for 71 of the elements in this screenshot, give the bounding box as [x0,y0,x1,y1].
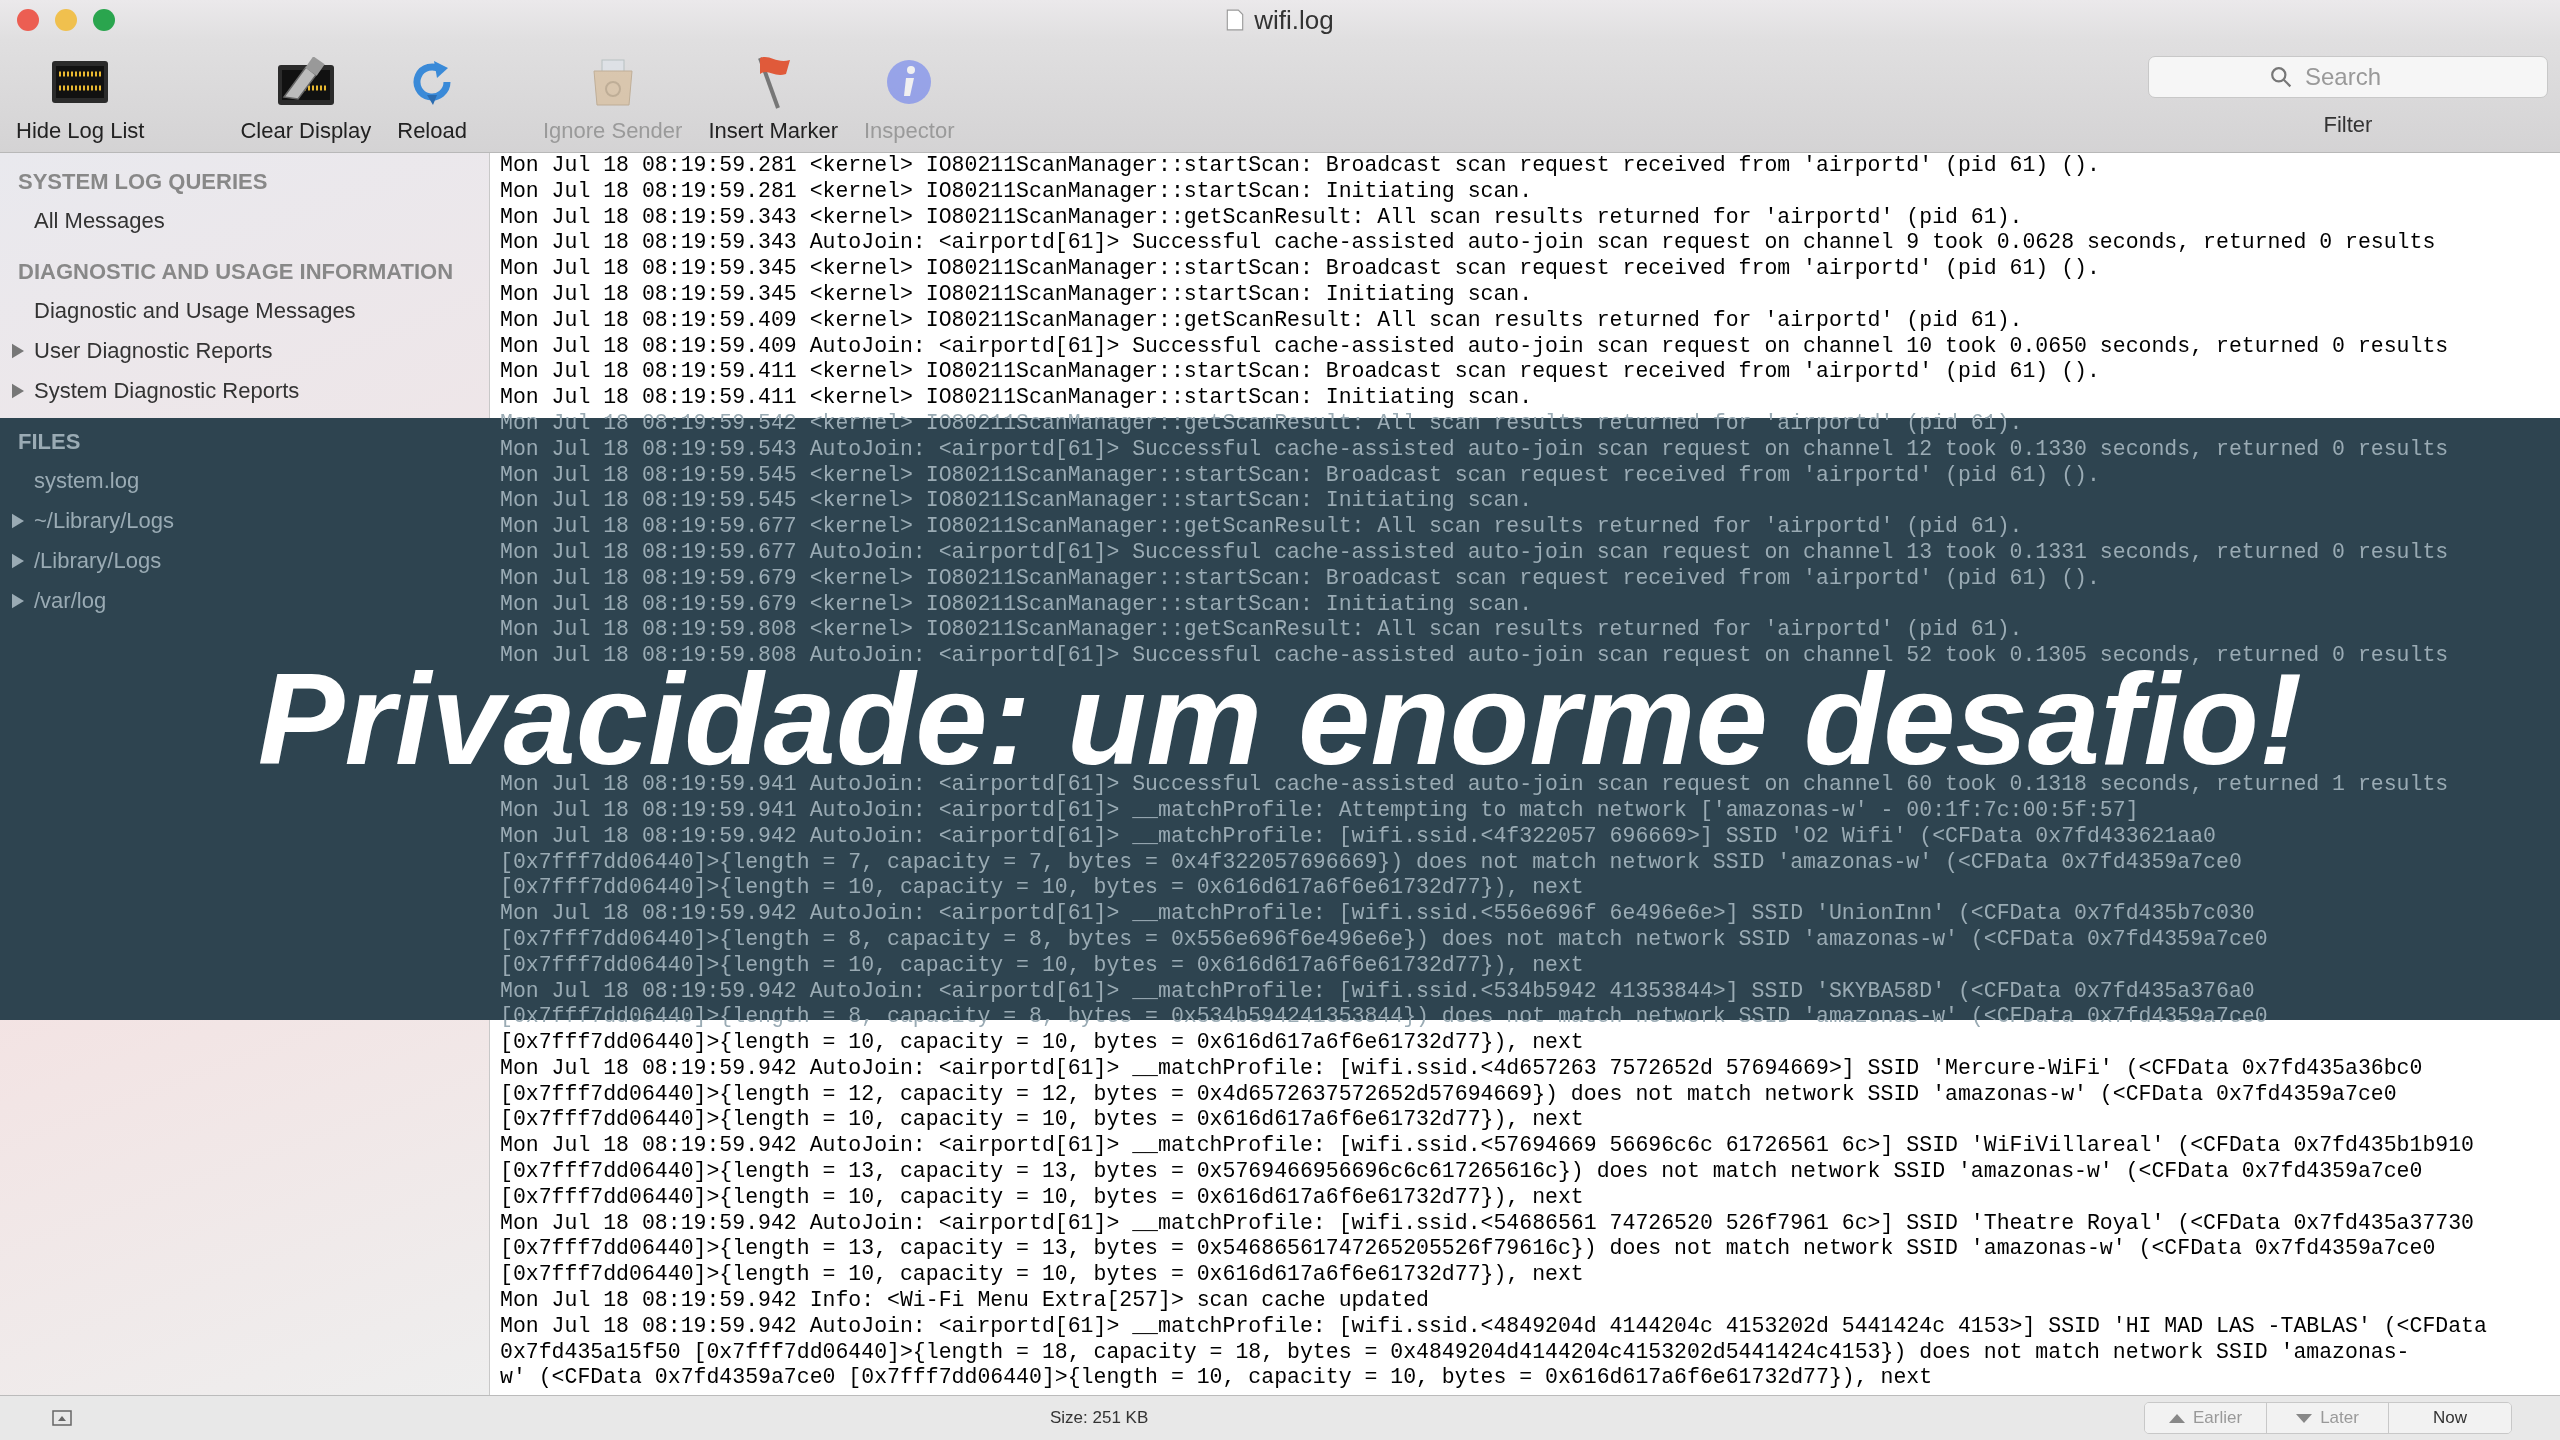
log-line: Mon Jul 18 08:19:59.343 AutoJoin: <airportd[61]> Successful cache-assisted auto-join scan request on channel 9 took 0.0628 seconds, returned 0 results [500,230,2437,257]
log-line: [0x7fff7dd06440]>{length = 10, capacity = 10, bytes = 0x616d617a6f6e61732d77}), next [500,1184,1585,1211]
sidebar-item[interactable]: ~/Library/Logs [0,501,489,541]
log-line: Mon Jul 18 08:19:59.542 <kernel> IO80211ScanManager::getScanResult: All scan results returned for 'airportd' (pid 61). [500,410,2024,437]
window-title: wifi.log [1254,4,1334,36]
log-line: Mon Jul 18 08:19:59.281 <kernel> IO80211ScanManager::startScan: Broadcast scan request received from 'airportd' (pid 61) (). [500,153,2101,179]
sidebar-toggle-button[interactable] [50,1408,74,1428]
log-line: Mon Jul 18 08:19:59.411 <kernel> IO80211ScanManager::startScan: Initiating scan. [500,385,1534,411]
log-line: [0x7fff7dd06440]>{length = 10, capacity = 10, bytes = 0x616d617a6f6e61732d77}), next [500,952,1585,979]
log-line: Mon Jul 18 08:19:59.679 <kernel> IO80211ScanManager::startScan: Broadcast scan request received from 'airportd' (pid 61) (). [500,565,2101,592]
close-button[interactable] [17,9,39,31]
toolbar-button[interactable]: Clear Display [234,54,378,144]
log-line: Mon Jul 18 08:19:59.808 AutoJoin: <airportd[61]> Successful cache-assisted auto-join scan request on channel 52 took 0.1305 seconds, returned 0 results [500,643,2450,669]
document-icon [1226,9,1245,31]
log-line: Mon Jul 18 08:19:59.545 <kernel> IO80211ScanManager::startScan: Initiating scan. [500,488,1534,515]
log-line: [0x7fff7dd06440]>{length = 10, capacity = 10, bytes = 0x616d617a6f6e61732d77}), next [500,1107,1585,1134]
toolbar-button[interactable]: Insert Marker [702,54,844,144]
section-header: SYSTEM LOG QUERIES [17,168,269,196]
log-line: [0x7fff7dd06440]>{length = 8, capacity = 8, bytes = 0x556e696f6e496e6e}) does not match network SSID 'amazonas-w' (<CFData 0x7fd4359a7ce0 [500,926,2269,953]
log-line: Mon Jul 18 08:19:59.942 AutoJoin: <airportd[61]> __matchProfile: [wifi.ssid.<534b5942 41353844>] SSID 'SKYBA58D' (<CFData 0x7fd435a376a0 [500,978,2256,1005]
toolbar-button[interactable]: Reload [391,54,473,144]
log-line: [0x7fff7dd06440]>{length = 12, capacity = 12, bytes = 0x4d6572637572652d57694669}) does not match network SSID 'amazonas-w' (<CFData 0x7fd4359a7ce0 [500,1081,2398,1108]
log-line: w' (<CFData 0x7fd4359a7ce0 [0x7fff7dd06440]>{length = 10, capacity = 10, bytes = 0x616d617a6f6e61732d77}), next [500,1365,1934,1392]
log-line: Mon Jul 18 08:19:59.942 Info: <Wi-Fi Menu Extra[257]> scan cache updated [500,1288,1430,1314]
sidebar-item[interactable]: System Diagnostic Reports [0,371,489,411]
section-header: DIAGNOSTIC AND USAGE INFORMATION [17,258,455,286]
log-line: [0x7fff7dd06440]>{length = 7, capacity = 7, bytes = 0x4f322057696669}) does not match network SSID 'amazonas-w' (<CFData 0x7fd4359a7ce0 [500,849,2243,876]
search-icon [2270,66,2292,88]
log-line: Mon Jul 18 08:19:59.942 AutoJoin: <airportd[61]> __matchProfile: [wifi.ssid.<57694669 56696c6c 61726561 6c>] SSID 'WiFiVillareal' (<CFData 0x7fd435b1b910 [500,1133,2476,1160]
log-line: Mon Jul 18 08:19:59.941 AutoJoin: <airportd[61]> __matchProfile: Attempting to match network ['amazonas-w' - 00:1f:7c:00:5f:57] [500,797,2140,824]
log-line: Mon Jul 18 08:19:59.808 <kernel> IO80211ScanManager::getScanResult: All scan results returned for 'airportd' (pid 61). [500,617,2024,644]
sidebar-item[interactable]: system.log [0,461,489,501]
log-line: Mon Jul 18 08:19:59.679 <kernel> IO80211ScanManager::startScan: Initiating scan. [500,591,1534,618]
up-arrow-icon [2168,1412,2185,1424]
section-header: FILES [17,428,82,456]
search-field[interactable]: Search [2148,56,2548,98]
log-line: Mon Jul 18 08:19:59.677 AutoJoin: <airportd[61]> Successful cache-assisted auto-join scan request on channel 13 took 0.1331 seconds, returned 0 results [500,539,2450,566]
log-line: Mon Jul 18 08:19:59.942 AutoJoin: <airportd[61]> __matchProfile: [wifi.ssid.<4d657263 7572652d 57694669>] SSID 'Mercure-WiFi' (<CFData 0x7fd435a36bc0 [500,1055,2424,1082]
log-line: [0x7fff7dd06440]>{length = 13, capacity = 13, bytes = 0x54686561747265205526f79616c}) does not match network SSID 'amazonas-w' (<CFData 0x7fd4359a7ce0 [500,1236,2437,1263]
sidebar-item[interactable]: /var/log [0,581,489,621]
log-line: Mon Jul 18 08:19:59.343 <kernel> IO80211ScanManager::getScanResult: All scan results returned for 'airportd' (pid 61). [500,204,2024,231]
toolbar-button[interactable]: Hide Log List [10,54,151,144]
log-line: Mon Jul 18 08:19:59.941 AutoJoin: <airportd[61]> Successful cache-assisted auto-join scan request on channel 60 took 0.1318 seconds, returned 1 results [500,772,2450,798]
log-line: Mon Jul 18 08:19:59.545 <kernel> IO80211ScanManager::startScan: Broadcast scan request received from 'airportd' (pid 61) (). [500,462,2101,489]
log-line: Mon Jul 18 08:19:59.281 <kernel> IO80211ScanManager::startScan: Initiating scan. [500,178,1534,205]
zoom-button[interactable] [93,9,115,31]
sidebar-item[interactable]: User Diagnostic Reports [0,331,489,371]
banner-title: Privacidade: um enorme desafio! [257,670,2303,768]
filter-label: Filter [2323,112,2373,138]
log-line: 0x7fd435a15f50 [0x7fff7dd06440]>{length = 18, capacity = 18, bytes = 0x4849204d4144204c4153202d5441424c4153}) does not match network SSID 'amazonas- [500,1339,2411,1366]
log-line: Mon Jul 18 08:19:59.543 AutoJoin: <airportd[61]> Successful cache-assisted auto-join scan request on channel 12 took 0.1330 seconds, returned 0 results [500,436,2450,463]
sidebar-item[interactable]: /Library/Logs [0,541,489,581]
log-line: Mon Jul 18 08:19:59.942 AutoJoin: <airportd[61]> __matchProfile: [wifi.ssid.<4849204d 4144204c 4153202d 5441424c 4153>] SSID 'HI MAD LAS -TABLAS' (<CFData [500,1313,2488,1340]
file-size-label: Size: 251 KB [1050,1408,1149,1428]
log-line: Mon Jul 18 08:19:59.409 <kernel> IO80211ScanManager::getScanResult: All scan results returned for 'airportd' (pid 61). [500,307,2024,334]
navigation-button[interactable]: Now [2389,1403,2511,1433]
log-line: Mon Jul 18 08:19:59.677 <kernel> IO80211ScanManager::getScanResult: All scan results returned for 'airportd' (pid 61). [500,514,2024,540]
log-line: Mon Jul 18 08:19:59.345 <kernel> IO80211ScanManager::startScan: Initiating scan. [500,282,1534,308]
log-line: Mon Jul 18 08:19:59.345 <kernel> IO80211ScanManager::startScan: Broadcast scan request received from 'airportd' (pid 61) (). [500,256,2101,282]
log-line: Mon Jul 18 08:19:59.942 AutoJoin: <airportd[61]> __matchProfile: [wifi.ssid.<4f322057 696669>] SSID 'O2 Wifi' (<CFData 0x7fd433621aa0 [500,823,2217,850]
log-line: [0x7fff7dd06440]>{length = 10, capacity = 10, bytes = 0x616d617a6f6e61732d77}), next [500,875,1585,902]
log-line: [0x7fff7dd06440]>{length = 10, capacity = 10, bytes = 0x616d617a6f6e61732d77}), next [500,1030,1585,1056]
log-line: Mon Jul 18 08:19:59.411 <kernel> IO80211ScanManager::startScan: Broadcast scan request received from 'airportd' (pid 61) (). [500,359,2101,386]
log-line: Mon Jul 18 08:19:59.942 AutoJoin: <airportd[61]> __matchProfile: [wifi.ssid.<54686561 74726520 526f7961 6c>] SSID 'Theatre Royal' (<CFData 0x7fd435a37730 [500,1210,2476,1237]
down-arrow-icon [2296,1412,2313,1424]
sidebar-item[interactable]: Diagnostic and Usage Messages [0,291,489,331]
sidebar-item[interactable]: All Messages [0,201,489,241]
log-line: Mon Jul 18 08:19:59.409 AutoJoin: <airportd[61]> Successful cache-assisted auto-join scan request on channel 10 took 0.0650 seconds, returned 0 results [500,333,2450,360]
log-line: [0x7fff7dd06440]>{length = 13, capacity = 13, bytes = 0x5769466956696c6c617265616c}) does not match network SSID 'amazonas-w' (<CFData 0x7fd4359a7ce0 [500,1159,2424,1185]
log-line: Mon Jul 18 08:19:59.942 AutoJoin: <airportd[61]> __matchProfile: [wifi.ssid.<556e696f 6e496e6e>] SSID 'UnionInn' (<CFData 0x7fd435b7c030 [500,901,2256,927]
log-line: [0x7fff7dd06440]>{length = 10, capacity = 10, bytes = 0x616d617a6f6e61732d77}), next [500,1262,1585,1289]
